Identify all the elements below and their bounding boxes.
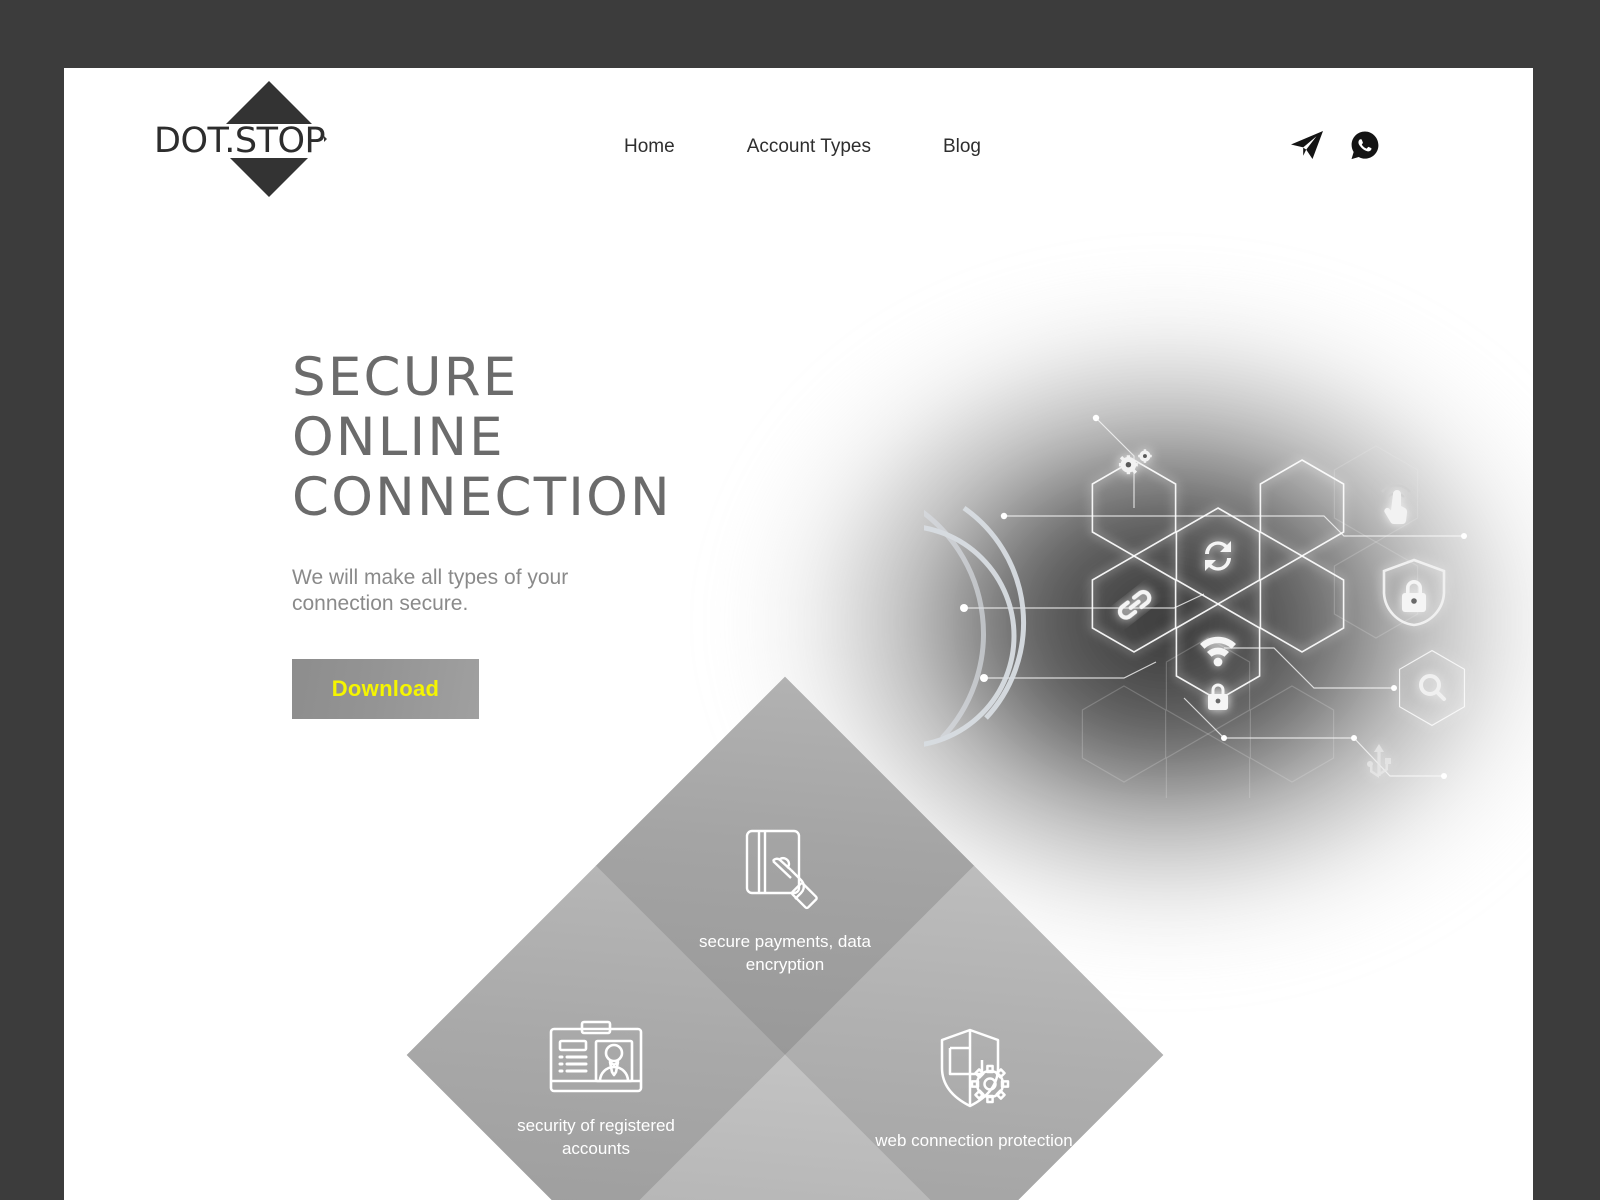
- hero-section: SECURE ONLINE CONNECTION We will make al…: [292, 348, 762, 719]
- card-label: security of registered accounts: [517, 1115, 675, 1158]
- hero-subtitle: We will make all types of your connectio…: [292, 566, 569, 615]
- hero-title-line-1: SECURE: [292, 347, 519, 408]
- hero-title-line-2: ONLINE: [292, 407, 505, 468]
- card-content: [651, 1144, 919, 1200]
- logo[interactable]: DOT.STOP: [154, 81, 334, 208]
- main-nav: Home Account Types Blog: [624, 136, 981, 158]
- screenshot-root: DOT.STOP Home Account Types Blog SECURE …: [0, 0, 1600, 1200]
- download-button[interactable]: Download: [292, 659, 479, 719]
- shield-gear-icon: [930, 1026, 1018, 1117]
- social-links: [1290, 130, 1380, 165]
- nav-item-home[interactable]: Home: [624, 136, 675, 158]
- whatsapp-icon[interactable]: [1350, 130, 1380, 165]
- site-header: DOT.STOP Home Account Types Blog: [64, 68, 1533, 238]
- nav-item-blog[interactable]: Blog: [943, 136, 981, 158]
- hero-title-line-3: CONNECTION: [292, 467, 672, 528]
- hand-holding-card-icon: [739, 825, 831, 918]
- logo-wordmark: DOT.STOP: [154, 121, 326, 161]
- page-canvas: DOT.STOP Home Account Types Blog SECURE …: [64, 68, 1533, 1200]
- id-card-icon: [546, 1019, 646, 1102]
- telegram-icon[interactable]: [1290, 130, 1324, 165]
- card-label: secure payments, data encryption: [699, 931, 871, 974]
- card-label: web connection protection: [875, 1131, 1073, 1150]
- feature-diamonds: secure payments, data encryption securit…: [406, 676, 1164, 1200]
- page-title: SECURE ONLINE CONNECTION: [292, 348, 762, 528]
- nav-item-account-types[interactable]: Account Types: [747, 136, 871, 158]
